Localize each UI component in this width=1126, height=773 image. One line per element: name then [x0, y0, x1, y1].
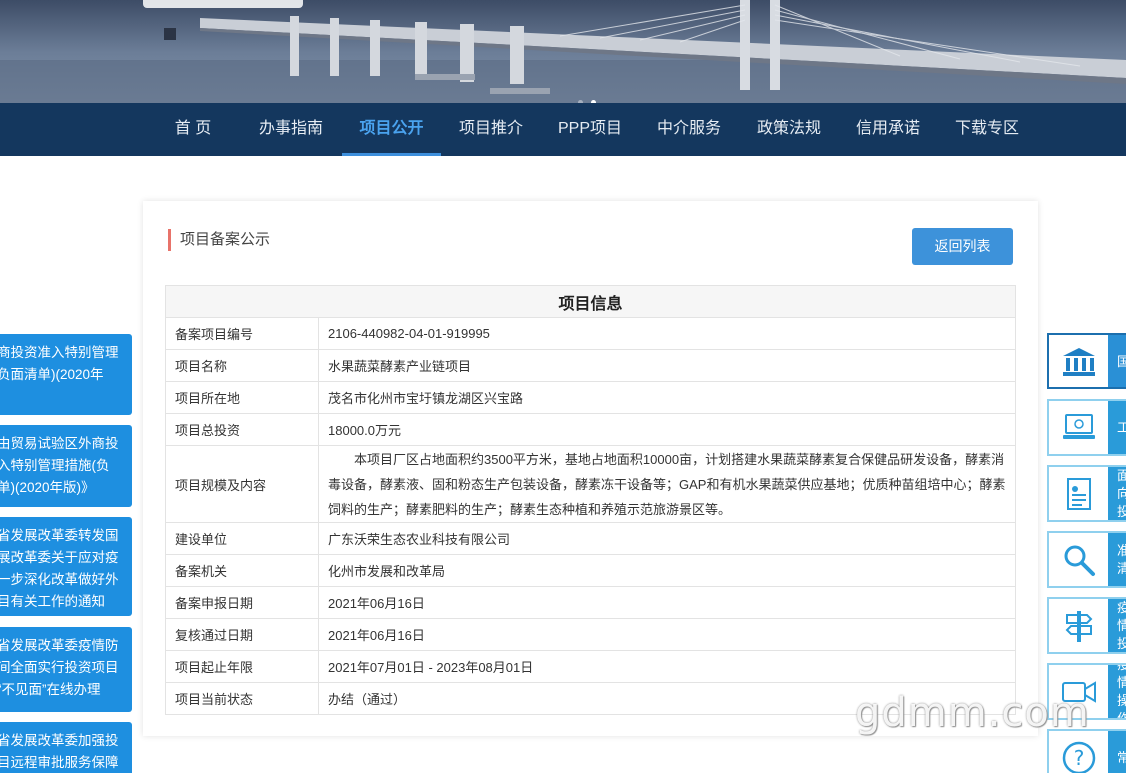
- float-button-label: 投: [1117, 635, 1126, 653]
- notice-line: 一步深化改革做好外: [0, 572, 119, 587]
- right-float-button[interactable]: 国: [1047, 333, 1126, 389]
- field-value: 茂名市化州市宝圩镇龙湖区兴宝路: [318, 381, 1016, 414]
- computer-icon: [1049, 401, 1108, 454]
- nav-guide[interactable]: 办事指南: [246, 103, 336, 156]
- document-icon: [1049, 467, 1108, 520]
- notice-line: 间全面实行投资项目: [0, 660, 119, 675]
- left-notice-1[interactable]: 商投资准入特别管理 负面清单)(2020年: [0, 334, 132, 415]
- field-value: 水果蔬菜酵素产业链项目: [318, 349, 1016, 382]
- left-notice-2[interactable]: 由贸易试验区外商投 入特别管理措施(负 单)(2020年版)》: [0, 425, 132, 507]
- nav-project-public[interactable]: 项目公开: [342, 103, 441, 156]
- left-notice-5[interactable]: 省发展改革委加强投 目远程审批服务保障: [0, 722, 132, 773]
- field-label: 项目总投资: [165, 413, 319, 446]
- table-row: 备案机关 化州市发展和改革局: [165, 554, 1016, 587]
- notice-line: 商投资准入特别管理: [0, 345, 119, 360]
- right-float-button[interactable]: 疫情 投: [1047, 597, 1126, 654]
- nav-ppp[interactable]: PPP项目: [545, 103, 635, 156]
- table-row: 备案项目编号 2106-440982-04-01-919995: [165, 317, 1016, 350]
- table-row: 备案申报日期 2021年06月16日: [165, 586, 1016, 619]
- field-label: 建设单位: [165, 522, 319, 555]
- nav-downloads[interactable]: 下载专区: [942, 103, 1032, 156]
- notice-line: 由贸易试验区外商投: [0, 436, 119, 451]
- bank-icon: [1049, 335, 1108, 387]
- project-card: 项目备案公示 返回列表 项目信息 备案项目编号 2106-440982-04-0…: [143, 201, 1038, 736]
- notice-line: 省发展改革委转发国: [0, 528, 119, 543]
- signpost-icon: [1049, 599, 1108, 652]
- float-button-label: 工: [1117, 419, 1126, 437]
- search-icon: [1049, 533, 1108, 586]
- field-value: 2021年06月16日: [318, 586, 1016, 619]
- field-label: 项目所在地: [165, 381, 319, 414]
- notice-line: 单)(2020年版)》: [0, 480, 95, 495]
- card-title: 项目备案公示: [168, 229, 270, 251]
- left-notice-4[interactable]: 省发展改革委疫情防 间全面实行投资项目 “不见面”在线办理: [0, 627, 132, 712]
- table-row: 项目总投资 18000.0万元: [165, 413, 1016, 446]
- float-button-label: 国: [1117, 353, 1126, 371]
- watermark: gdmm.com: [855, 690, 1090, 736]
- field-value: 本项目厂区占地面积约3500平方米，基地占地面积10000亩，计划搭建水果蔬菜酵…: [318, 445, 1016, 523]
- banner-image: [0, 0, 1126, 103]
- float-button-label: 面向: [1117, 467, 1126, 503]
- svg-text:?: ?: [1073, 746, 1084, 770]
- left-notice-3[interactable]: 省发展改革委转发国 展改革委关于应对疫 一步深化改革做好外 目有关工作的通知: [0, 517, 132, 616]
- right-float-button[interactable]: 准 清: [1047, 531, 1126, 588]
- field-label: 项目规模及内容: [165, 445, 319, 523]
- right-float-button[interactable]: 工: [1047, 399, 1126, 456]
- main-nav: 首 页 办事指南 项目公开 项目推介 PPP项目 中介服务 政策法规 信用承诺 …: [0, 103, 1126, 156]
- float-button-label: 清: [1117, 560, 1126, 578]
- float-button-label: 疫情: [1117, 599, 1126, 635]
- notice-line: 省发展改革委加强投: [0, 733, 119, 748]
- field-value: 2021年06月16日: [318, 618, 1016, 651]
- field-value: 18000.0万元: [318, 413, 1016, 446]
- field-value: 2021年07月01日 - 2023年08月01日: [318, 650, 1016, 683]
- field-label: 项目名称: [165, 349, 319, 382]
- field-label: 备案项目编号: [165, 317, 319, 350]
- notice-line: 省发展改革委疫情防: [0, 638, 119, 653]
- back-to-list-button[interactable]: 返回列表: [912, 228, 1013, 265]
- field-label: 项目起止年限: [165, 650, 319, 683]
- field-label: 复核通过日期: [165, 618, 319, 651]
- field-value: 化州市发展和改革局: [318, 554, 1016, 587]
- nav-agency-services[interactable]: 中介服务: [644, 103, 734, 156]
- notice-line: 目远程审批服务保障: [0, 755, 119, 770]
- float-button-label: 投: [1117, 503, 1126, 521]
- question-icon: ?: [1049, 731, 1108, 773]
- notice-line: 入特别管理措施(负: [0, 458, 110, 473]
- field-value: 2106-440982-04-01-919995: [318, 317, 1016, 350]
- field-label: 备案申报日期: [165, 586, 319, 619]
- notice-line: 展改革委关于应对疫: [0, 550, 119, 565]
- field-value: 广东沃荣生态农业科技有限公司: [318, 522, 1016, 555]
- right-float-button[interactable]: 面向 投: [1047, 465, 1126, 522]
- notice-line: 负面清单)(2020年: [0, 367, 104, 382]
- banner-caption: [143, 0, 303, 8]
- table-row: 项目名称 水果蔬菜酵素产业链项目: [165, 349, 1016, 382]
- project-info-table: 项目信息 备案项目编号 2106-440982-04-01-919995 项目名…: [165, 285, 1016, 715]
- table-row: 项目所在地 茂名市化州市宝圩镇龙湖区兴宝路: [165, 381, 1016, 414]
- table-row: 复核通过日期 2021年06月16日: [165, 618, 1016, 651]
- nav-credit[interactable]: 信用承诺: [843, 103, 933, 156]
- float-button-label: 疫情: [1117, 665, 1126, 692]
- table-header: 项目信息: [165, 285, 1016, 318]
- float-button-label: 准: [1117, 542, 1126, 560]
- field-label: 备案机关: [165, 554, 319, 587]
- field-label: 项目当前状态: [165, 682, 319, 715]
- table-row: 项目起止年限 2021年07月01日 - 2023年08月01日: [165, 650, 1016, 683]
- float-button-label: 操作: [1117, 692, 1126, 719]
- table-row: 项目规模及内容 本项目厂区占地面积约3500平方米，基地占地面积10000亩，计…: [165, 445, 1016, 523]
- nav-policies[interactable]: 政策法规: [744, 103, 834, 156]
- notice-line: “不见面”在线办理: [0, 682, 101, 697]
- table-row: 建设单位 广东沃荣生态农业科技有限公司: [165, 522, 1016, 555]
- nav-home[interactable]: 首 页: [156, 103, 230, 156]
- float-button-label: 常: [1117, 749, 1126, 767]
- notice-line: 目有关工作的通知: [0, 594, 105, 609]
- nav-project-promotion[interactable]: 项目推介: [446, 103, 536, 156]
- bridge-illustration: [0, 0, 1126, 103]
